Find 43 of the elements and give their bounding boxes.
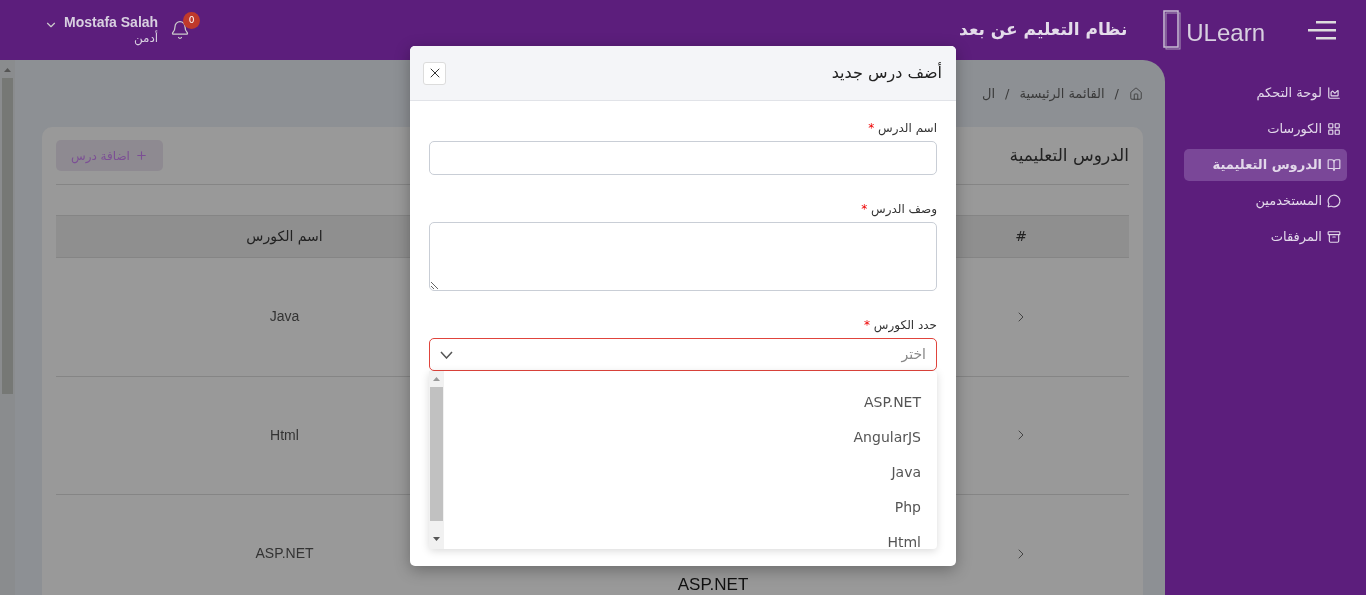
menu-icon[interactable]: [1308, 19, 1336, 41]
column-header: اسم الكورس: [246, 227, 323, 247]
sidebar-item[interactable]: المستخدمين: [1184, 185, 1347, 217]
select-field[interactable]: اختر: [429, 338, 937, 371]
dropdown-option[interactable]: Html: [460, 525, 921, 560]
archive-icon: [1327, 230, 1341, 244]
table-cell-text: Java: [269, 307, 300, 327]
breadcrumb-separator: /: [1005, 84, 1010, 103]
logo-text: ULearn: [1186, 21, 1265, 48]
table-cell-text: Html: [270, 425, 299, 445]
plus-icon: [134, 149, 148, 162]
book-icon: [1327, 158, 1341, 172]
table-cell-text: ASP.NET: [255, 544, 314, 564]
dropdown-option[interactable]: ASP.NET: [460, 385, 921, 420]
sidebar-item[interactable]: الدروس التعليمية: [1184, 149, 1347, 181]
breadcrumb-link[interactable]: القائمة الرئيسية: [1019, 83, 1105, 104]
dropdown-option[interactable]: AngularJS: [460, 420, 921, 455]
grid-icon: [1327, 122, 1341, 136]
app-title: نظام التعليم عن بعد: [959, 18, 1128, 42]
card-title: الدروس التعليمية: [1009, 143, 1129, 167]
chat-bubble-icon: [1327, 194, 1341, 208]
field-label: وصف الدرس *: [861, 201, 937, 217]
breadcrumb-link[interactable]: ال: [982, 83, 996, 104]
table-cell: ASP.NET: [677, 575, 749, 593]
modal-title: أضف درس جديد: [831, 61, 942, 85]
chart-icon: [1327, 86, 1341, 100]
field-label: حدد الكورس *: [864, 317, 937, 333]
bell-icon[interactable]: [170, 20, 191, 40]
sidebar-item[interactable]: لوحة التحكم: [1184, 77, 1347, 109]
close-button[interactable]: [423, 61, 446, 85]
column-header: #: [1015, 227, 1027, 246]
sidebar-item[interactable]: الكورسات: [1184, 113, 1347, 145]
user-role: أدمن: [133, 31, 159, 47]
home-icon[interactable]: [1129, 86, 1143, 101]
input-field[interactable]: [429, 141, 937, 175]
textarea-field[interactable]: [429, 222, 937, 291]
user-name: Mostafa Salah: [64, 13, 159, 30]
sidebar-item[interactable]: المرفقات: [1184, 221, 1347, 253]
breadcrumb-separator: /: [1114, 84, 1119, 103]
dropdown-option[interactable]: Java: [460, 455, 921, 490]
dropdown-option[interactable]: Php: [460, 490, 921, 525]
field-label: اسم الدرس *: [868, 120, 937, 136]
notification-badge: 0: [183, 12, 201, 29]
